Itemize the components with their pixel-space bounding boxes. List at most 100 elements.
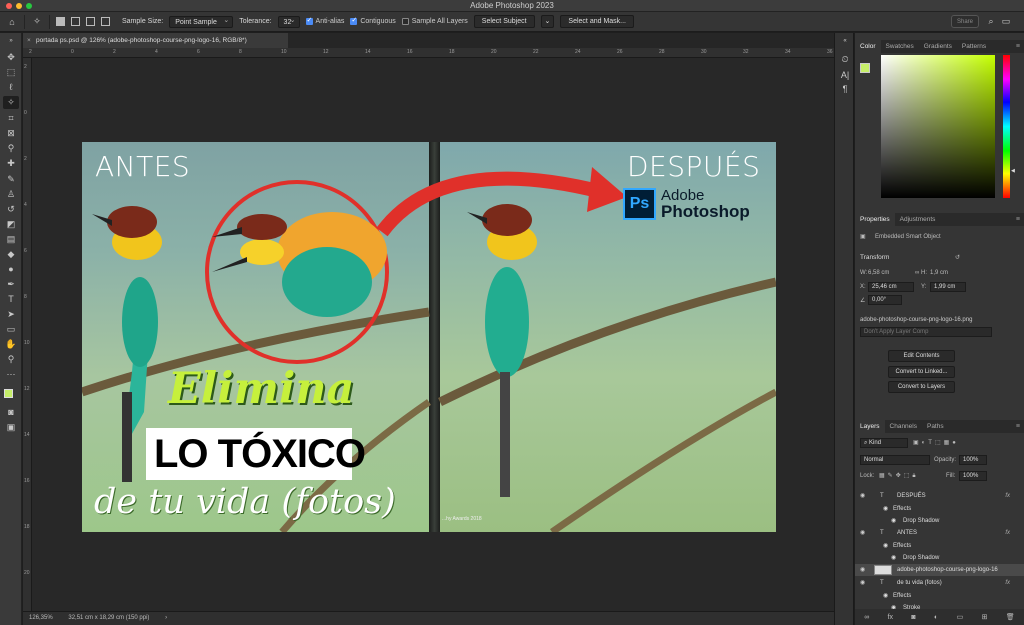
edit-contents-button[interactable]: Edit Contents [888, 350, 955, 362]
convert-to-layers-button[interactable]: Convert to Layers [888, 381, 955, 393]
pen-tool-icon[interactable]: ✒ [3, 278, 19, 291]
layer-row[interactable]: ◉ Tde tu vida (fotos) fx [855, 577, 1024, 589]
eraser-tool-icon[interactable]: ◩ [3, 218, 19, 231]
new-selection-icon[interactable] [56, 17, 65, 26]
layer-comp-select[interactable]: Don't Apply Layer Comp [860, 327, 992, 337]
add-style-icon[interactable]: fx [888, 614, 893, 621]
x-position-input[interactable]: 25,46 cm [868, 282, 914, 292]
workspace-icon[interactable]: ▭ [1000, 15, 1012, 27]
blend-mode-select[interactable]: Normal [860, 455, 930, 465]
add-mask-icon[interactable]: ◙ [911, 614, 915, 621]
layer-row[interactable]: ◉ T ANTES fx [855, 527, 1024, 539]
collapse-icon[interactable]: » [3, 35, 19, 48]
layer-filter-icons[interactable]: ▣◐T⬚▦● [913, 439, 959, 446]
collapse-dock-icon[interactable]: « [839, 35, 851, 47]
tolerance-input[interactable]: 32 [277, 15, 300, 28]
select-subject-button[interactable]: Select Subject [473, 15, 535, 28]
layer-effects-icon[interactable]: fx [1005, 490, 1010, 502]
panel-menu-icon[interactable]: ≡ [1016, 420, 1024, 433]
delete-layer-icon[interactable]: 🗑︎ [1006, 613, 1015, 621]
effects-eye-icon[interactable]: ◉ [883, 590, 888, 602]
history-brush-tool-icon[interactable]: ↺ [3, 203, 19, 216]
tab-layers[interactable]: Layers [855, 420, 885, 433]
tab-patterns[interactable]: Patterns [957, 40, 991, 53]
crop-tool-icon[interactable]: ⌗ [3, 112, 19, 125]
healing-brush-tool-icon[interactable]: ✚ [3, 157, 19, 170]
tab-color[interactable]: Color [855, 40, 881, 53]
select-subject-dropdown[interactable]: ⌄ [540, 15, 555, 28]
home-icon[interactable]: ⌂ [6, 16, 18, 28]
search-icon[interactable]: ⌕ [985, 15, 997, 27]
dodge-tool-icon[interactable]: ● [3, 263, 19, 276]
add-selection-icon[interactable] [71, 17, 80, 26]
character-panel-icon[interactable]: A| [839, 69, 851, 81]
visibility-eye-icon[interactable]: ◉ [860, 490, 865, 502]
zoom-level[interactable]: 126,35% [29, 615, 53, 621]
subtract-selection-icon[interactable] [86, 17, 95, 26]
magic-wand-tool-icon[interactable]: ✧ [3, 96, 19, 109]
document-canvas[interactable]: ANTES DESPUÉS Ps Adobe Photoshop Elimina… [82, 142, 776, 532]
sample-all-layers-checkbox[interactable]: Sample All Layers [401, 18, 468, 25]
width-value[interactable]: 6,58 cm [868, 270, 889, 276]
convert-to-linked-button[interactable]: Convert to Linked... [888, 366, 955, 378]
new-group-icon[interactable]: ▭ [957, 613, 964, 621]
link-icon[interactable]: ∞ [915, 270, 919, 276]
tab-paths[interactable]: Paths [922, 420, 949, 433]
color-foreground-swatch[interactable] [860, 63, 870, 73]
effects-eye-icon[interactable]: ◉ [883, 540, 888, 552]
anti-alias-checkbox[interactable]: Anti-alias [305, 16, 344, 25]
frame-tool-icon[interactable]: ⊠ [3, 127, 19, 140]
history-panel-icon[interactable]: ⏲ [839, 53, 851, 65]
path-selection-tool-icon[interactable]: ➤ [3, 308, 19, 321]
select-and-mask-button[interactable]: Select and Mask... [560, 15, 635, 28]
color-picker-field[interactable] [881, 55, 995, 198]
link-layers-icon[interactable]: ∞ [864, 614, 869, 621]
new-layer-icon[interactable]: ⊞ [982, 613, 988, 621]
y-position-input[interactable]: 1,99 cm [930, 282, 966, 292]
visibility-eye-icon[interactable]: ◉ [860, 527, 865, 539]
hue-marker-icon[interactable]: ◀ [1011, 168, 1015, 174]
tab-gradients[interactable]: Gradients [919, 40, 957, 53]
layer-row[interactable]: ◉ adobe-photoshop-course-png-logo-16 [855, 564, 1024, 576]
hand-tool-icon[interactable]: ✋ [3, 338, 19, 351]
panel-menu-icon[interactable]: ≡ [1016, 40, 1024, 53]
lock-icons[interactable]: ▦✎✥⬚🔒︎ [879, 472, 919, 480]
document-dimensions[interactable]: 32,51 cm x 18,29 cm (150 ppi) [68, 615, 149, 621]
sample-size-select[interactable]: Point Sample [169, 15, 234, 28]
clone-stamp-tool-icon[interactable]: ♙ [3, 188, 19, 201]
layer-row[interactable]: ◉ Effects [855, 503, 1024, 515]
gradient-tool-icon[interactable]: ▤ [3, 233, 19, 246]
tab-adjustments[interactable]: Adjustments [895, 213, 941, 226]
share-button[interactable]: Share [951, 15, 979, 28]
move-tool-icon[interactable]: ✥ [3, 51, 19, 64]
type-tool-icon[interactable]: T [3, 293, 19, 306]
layer-row[interactable]: ◉ Drop Shadow [855, 552, 1024, 564]
visibility-eye-icon[interactable]: ◉ [860, 564, 865, 576]
rectangle-tool-icon[interactable]: ▭ [3, 323, 19, 336]
hue-slider[interactable] [1003, 55, 1010, 198]
layer-row[interactable]: ◉ Effects [855, 590, 1024, 602]
document-tab[interactable]: × portada ps.psd @ 126% (adobe-photoshop… [23, 33, 288, 48]
foreground-color-swatch[interactable] [4, 389, 13, 398]
marquee-tool-icon[interactable]: ⬚ [3, 66, 19, 79]
effect-eye-icon[interactable]: ◉ [891, 552, 896, 564]
status-expand-icon[interactable]: › [165, 615, 167, 621]
layer-row[interactable]: ◉ T DESPUÉS fx [855, 490, 1024, 502]
effect-eye-icon[interactable]: ◉ [891, 515, 896, 527]
tab-channels[interactable]: Channels [885, 420, 922, 433]
intersect-selection-icon[interactable] [101, 17, 110, 26]
fill-input[interactable]: 100% [959, 471, 987, 481]
screen-mode-icon[interactable]: ▣ [3, 421, 19, 434]
panel-menu-icon[interactable]: ≡ [1016, 213, 1024, 226]
brush-tool-icon[interactable]: ✎ [3, 173, 19, 186]
zoom-tool-icon[interactable]: ⚲ [3, 353, 19, 366]
quick-mask-icon[interactable]: ◙ [3, 406, 19, 419]
blur-tool-icon[interactable]: ◆ [3, 248, 19, 261]
angle-input[interactable]: 0,00° [868, 295, 902, 305]
effects-eye-icon[interactable]: ◉ [883, 503, 888, 515]
magic-wand-tool-preset-icon[interactable]: ✧ [31, 16, 43, 28]
layer-effects-icon[interactable]: fx [1005, 577, 1010, 589]
lasso-tool-icon[interactable]: ℓ [3, 81, 19, 94]
layer-effects-icon[interactable]: fx [1005, 527, 1010, 539]
opacity-input[interactable]: 100% [959, 455, 987, 465]
